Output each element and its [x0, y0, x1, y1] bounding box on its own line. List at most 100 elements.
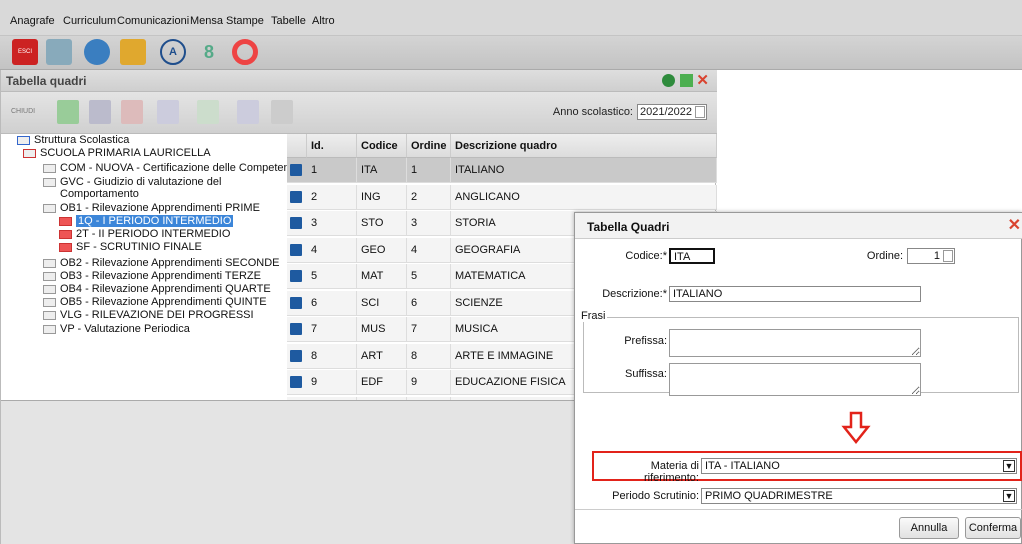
- close-icon[interactable]: ✕: [1008, 215, 1021, 235]
- period-icon: [59, 216, 72, 226]
- tree-item[interactable]: 2T - II PERIODO INTERMEDIO: [59, 228, 230, 240]
- dialog-title: Tabella Quadri: [587, 220, 670, 234]
- tree-item[interactable]: VLG - RILEVAZIONE DEI PROGRESSI: [43, 309, 254, 321]
- folder-icon: [43, 324, 56, 334]
- users-icon[interactable]: [84, 39, 110, 65]
- edit-icon[interactable]: [89, 100, 111, 124]
- table-cell: 3: [407, 211, 451, 236]
- menu-mensa[interactable]: Mensa: [190, 15, 223, 27]
- a-icon[interactable]: A: [160, 39, 186, 65]
- print-icon[interactable]: [271, 100, 293, 124]
- col-header-icon: [287, 134, 307, 158]
- anno-input[interactable]: 2021/2022: [637, 104, 707, 120]
- tree-item-selected[interactable]: 1Q - I PERIODO INTERMEDIO: [59, 215, 234, 227]
- row-grid-icon[interactable]: [290, 164, 302, 176]
- chevron-down-icon[interactable]: ▼: [1003, 490, 1015, 502]
- tree-item[interactable]: GVC - Giudizio di valutazione del: [43, 176, 221, 188]
- school-node-icon: [23, 148, 36, 158]
- tree-root[interactable]: Struttura Scolastica: [17, 134, 129, 146]
- chevron-down-icon[interactable]: ▼: [1003, 460, 1015, 472]
- table-cell: MUS: [357, 317, 407, 342]
- add-icon[interactable]: [662, 74, 675, 87]
- add-doc2-icon[interactable]: [237, 100, 259, 124]
- tree-item[interactable]: OB5 - Rilevazione Apprendimenti QUINTE: [43, 296, 267, 308]
- new-row-icon[interactable]: [57, 100, 79, 124]
- up-icon[interactable]: [157, 100, 179, 124]
- tree-item[interactable]: OB3 - Rilevazione Apprendimenti TERZE: [43, 270, 261, 282]
- spinner-icon[interactable]: [943, 250, 953, 262]
- menu-comunicazioni[interactable]: Comunicazioni: [117, 15, 189, 27]
- table-row[interactable]: 2 ING 2 ANGLICANO: [287, 184, 717, 210]
- add-doc-icon[interactable]: [197, 100, 219, 124]
- row-grid-icon[interactable]: [290, 190, 302, 203]
- chiudi-button[interactable]: CHIUDI: [11, 108, 35, 115]
- folder-icon: [43, 258, 56, 268]
- menu-anagrafe[interactable]: Anagrafe: [10, 15, 55, 27]
- expand-icon[interactable]: [680, 74, 693, 87]
- tree-item[interactable]: OB2 - Rilevazione Apprendimenti SECONDE: [43, 257, 279, 269]
- table-cell: SCI: [357, 290, 407, 316]
- main-toolbar: ESCI A 8: [0, 36, 1022, 70]
- row-grid-icon[interactable]: [290, 296, 302, 309]
- close-icon[interactable]: ✕: [696, 71, 709, 89]
- tree-item[interactable]: COM - NUOVA - Certificazione delle Compe…: [43, 162, 301, 174]
- tree-item[interactable]: SF - SCRUTINIO FINALE: [59, 241, 202, 253]
- table-cell: 4: [407, 237, 451, 263]
- row-grid-icon[interactable]: [290, 323, 302, 335]
- periodo-select[interactable]: PRIMO QUADRIMESTRE ▼: [701, 488, 1017, 504]
- folder-icon: [43, 310, 56, 320]
- codice-label: Codice:*: [625, 250, 667, 262]
- codice-field[interactable]: ITA: [669, 248, 715, 264]
- menu-curriculum[interactable]: Curriculum: [63, 15, 116, 27]
- delete-row-icon[interactable]: [121, 100, 143, 124]
- table-cell: ANGLICANO: [451, 184, 717, 210]
- period-icon: [59, 229, 72, 239]
- table-cell: MAT: [357, 264, 407, 289]
- spinner-icon[interactable]: [695, 106, 705, 118]
- materia-select[interactable]: ITA - ITALIANO ▼: [701, 458, 1017, 474]
- col-header-id[interactable]: Id.: [307, 134, 357, 158]
- suffissa-textarea[interactable]: [669, 363, 921, 396]
- table-cell: 5: [407, 264, 451, 289]
- tree-school[interactable]: SCUOLA PRIMARIA LAURICELLA: [23, 147, 211, 159]
- table-row[interactable]: 1 ITA 1 ITALIANO: [287, 158, 717, 183]
- annulla-button[interactable]: Annulla: [899, 517, 959, 539]
- row-grid-icon[interactable]: [290, 243, 302, 256]
- table-cell: GEO: [357, 237, 407, 263]
- tree-item[interactable]: OB1 - Rilevazione Apprendimenti PRIME: [43, 202, 260, 214]
- row-grid-icon[interactable]: [290, 376, 302, 388]
- table-cell: 7: [407, 317, 451, 342]
- prefissa-textarea[interactable]: [669, 329, 921, 357]
- col-header-ordine[interactable]: Ordine: [407, 134, 451, 158]
- descrizione-field[interactable]: ITALIANO: [669, 286, 921, 302]
- row-grid-icon[interactable]: [290, 270, 302, 282]
- table-cell: 1: [307, 158, 357, 183]
- add-student-icon[interactable]: [46, 39, 72, 65]
- row-grid-icon[interactable]: [290, 349, 302, 362]
- menu-bar: Anagrafe Curriculum Comunicazioni Mensa …: [0, 0, 1022, 36]
- menu-altro[interactable]: Altro: [312, 15, 335, 27]
- col-header-descrizione[interactable]: Descrizione quadro: [451, 134, 717, 158]
- help-lifebuoy-icon[interactable]: [232, 39, 258, 65]
- table-cell: EDF: [357, 370, 407, 395]
- table-cell: ART: [357, 343, 407, 369]
- table-cell: 3: [307, 211, 357, 236]
- divider: [575, 509, 1022, 510]
- grid-eight-icon[interactable]: 8: [196, 39, 222, 65]
- school-icon: [17, 135, 30, 145]
- table-cell: 6: [307, 290, 357, 316]
- ordine-field[interactable]: 1: [907, 248, 955, 264]
- exit-icon[interactable]: ESCI: [12, 39, 38, 65]
- row-grid-icon[interactable]: [290, 217, 302, 229]
- menu-tabelle[interactable]: Tabelle: [271, 15, 306, 27]
- menu-stampe[interactable]: Stampe: [226, 15, 264, 27]
- folder-icon[interactable]: [120, 39, 146, 65]
- conferma-button[interactable]: Conferma: [965, 517, 1021, 539]
- col-header-codice[interactable]: Codice: [357, 134, 407, 158]
- folder-icon: [43, 177, 56, 187]
- table-cell: 5: [307, 264, 357, 289]
- anno-label: Anno scolastico:: [552, 105, 633, 118]
- ordine-label: Ordine:: [866, 250, 903, 262]
- tree-item[interactable]: OB4 - Rilevazione Apprendimenti QUARTE: [43, 283, 271, 295]
- tree-item[interactable]: VP - Valutazione Periodica: [43, 323, 190, 335]
